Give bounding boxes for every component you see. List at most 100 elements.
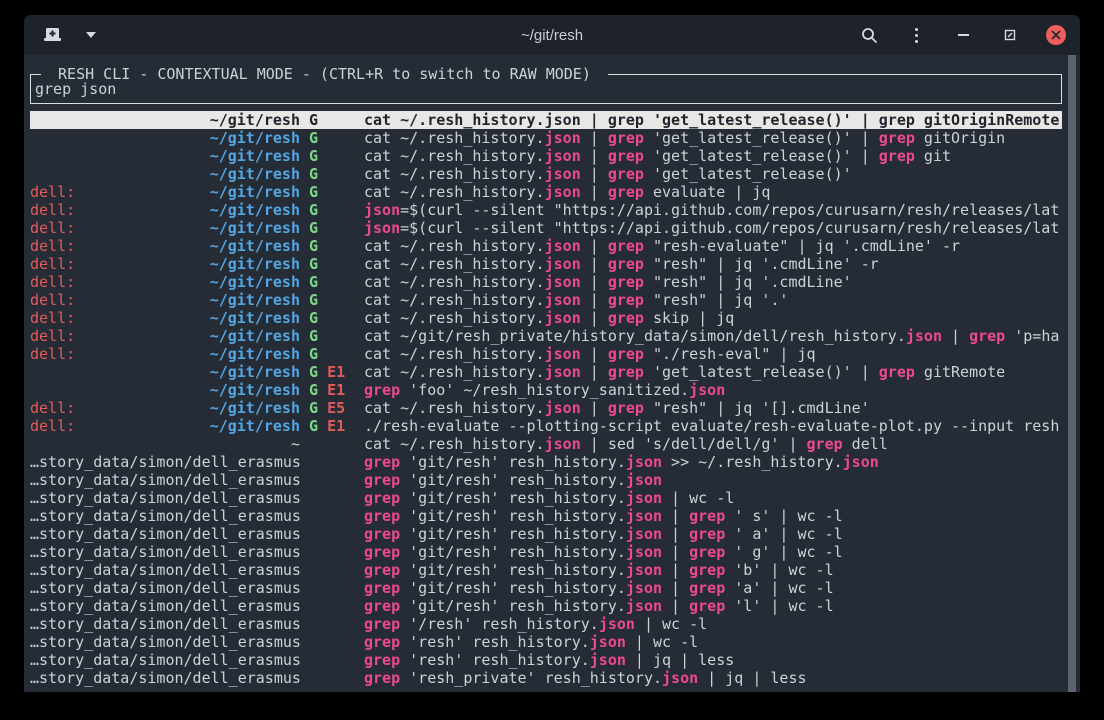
host-label: dell: [30,255,75,273]
directory-label: ~/git/resh [210,327,300,345]
history-row[interactable]: …story_data/simon/dell_erasmusgrep '/res… [30,615,1062,633]
directory-label: ~/git/resh [210,183,300,201]
command-text: cat ~/.resh_history.json | sed 's/dell/d… [364,435,1062,453]
history-row[interactable]: …story_data/simon/dell_erasmusgrep 'git/… [30,453,1062,471]
directory-label: …story_data/simon/dell_erasmus [30,507,300,525]
command-text: grep 'git/resh' resh_history.json [364,471,1062,489]
history-row[interactable]: …story_data/simon/dell_erasmusgrep 'git/… [30,543,1062,561]
directory-label: …story_data/simon/dell_erasmus [30,489,300,507]
flags-label: G [300,327,364,345]
history-row[interactable]: …story_data/simon/dell_erasmusgrep 'resh… [30,633,1062,651]
command-text: cat ~/.resh_history.json | grep "resh" |… [364,399,1062,417]
flags-label [300,525,364,543]
command-text: cat ~/.resh_history.json | grep 'get_lat… [364,363,1062,381]
history-row[interactable]: …story_data/simon/dell_erasmus grep 'git/… [30,579,1062,597]
flags-label: G [300,201,364,219]
command-text: cat ~/.resh_history.json | grep "resh-ev… [364,237,1062,255]
history-row[interactable]: dell:~/git/reshGcat ~/.resh_history.json… [30,273,1062,291]
command-text: grep 'git/resh' resh_history.json | grep… [364,579,1062,597]
flags-label: G [300,291,364,309]
directory-label: …story_data/simon/dell_erasmus [30,525,300,543]
flags-label: G [300,183,364,201]
command-text: grep 'resh' resh_history.json | wc -l [364,633,1062,651]
directory-label: ~/git/resh [210,219,300,237]
history-list: ~/git/reshGcat ~/.resh_history.json | gr… [30,111,1062,687]
flags-label: G [300,129,364,147]
directory-label: ~/git/resh [210,255,300,273]
history-row[interactable]: …story_data/simon/dell_erasmusgrep 'git/… [30,507,1062,525]
history-row[interactable]: dell: ~/git/reshG E1./resh-evaluate --plo… [30,417,1062,435]
history-row[interactable]: dell:~/git/reshGcat ~/.resh_history.json… [30,291,1062,309]
history-row[interactable]: ~/git/reshGcat ~/.resh_history.json | gr… [30,165,1062,183]
history-row[interactable]: ~/git/reshGcat ~/.resh_history.json | gr… [30,111,1062,129]
history-row[interactable]: …story_data/simon/dell_erasmus grep 'git/… [30,525,1062,543]
terminal-window: ~/git/resh [24,15,1080,692]
history-row[interactable]: dell:~/git/reshGjson=$(curl --silent "ht… [30,219,1062,237]
close-icon[interactable] [1046,25,1066,45]
history-row[interactable]: dell:~/git/reshGjson=$(curl --silent "ht… [30,201,1062,219]
history-row[interactable]: ~/git/reshGcat ~/.resh_history.json | gr… [30,129,1062,147]
directory-label: ~/git/resh [210,363,300,381]
directory-label: …story_data/simon/dell_erasmus [30,615,300,633]
history-row[interactable]: …story_data/simon/dell_erasmus grep 'git/… [30,561,1062,579]
host-label: dell: [30,237,75,255]
menu-kebab-icon[interactable] [905,24,927,46]
flags-label [300,615,364,633]
flags-label [300,669,364,687]
history-row[interactable]: dell:~/git/reshGcat ~/.resh_history.json… [30,255,1062,273]
history-row[interactable]: ~cat ~/.resh_history.json | sed 's/dell/… [30,435,1062,453]
history-row[interactable]: dell: ~/git/reshGcat ~/git/resh_private/h… [30,327,1062,345]
flags-label: G [300,273,364,291]
flags-label: G [300,309,364,327]
host-label: dell: [30,417,75,435]
flags-label: G E1 [300,417,364,435]
directory-label: …story_data/simon/dell_erasmus [30,561,300,579]
directory-label: …story_data/simon/dell_erasmus [30,579,300,597]
flags-label [300,651,364,669]
history-row[interactable]: dell:~/git/reshG E5cat ~/.resh_history.j… [30,399,1062,417]
command-text: grep 'resh' resh_history.json | jq | les… [364,651,1062,669]
restore-icon[interactable] [999,24,1021,46]
flags-label: G [300,237,364,255]
flags-label: G [300,345,364,363]
minimize-icon[interactable] [952,24,974,46]
host-label: dell: [30,201,75,219]
history-row[interactable]: dell:~/git/reshGcat ~/.resh_history.json… [30,309,1062,327]
directory-label: ~/git/resh [210,237,300,255]
flags-label [300,435,364,453]
directory-label: ~/git/resh [210,417,300,435]
flags-label [300,633,364,651]
search-icon[interactable] [858,24,880,46]
history-row[interactable]: ~/git/reshG E1cat ~/.resh_history.json |… [30,363,1062,381]
directory-label: ~/git/resh [210,309,300,327]
history-row[interactable]: dell:~/git/reshGcat ~/.resh_history.json… [30,345,1062,363]
scrollbar[interactable] [1068,55,1076,692]
terminal-content: RESH CLI - CONTEXTUAL MODE - (CTRL+R to … [24,55,1080,692]
history-row[interactable]: …story_data/simon/dell_erasmusgrep 'git/… [30,471,1062,489]
directory-label: ~/git/resh [210,111,300,129]
history-row[interactable]: …story_data/simon/dell_erasmusgrep 'git/… [30,489,1062,507]
command-text: ./resh-evaluate --plotting-script evalua… [364,417,1062,435]
command-text: cat ~/.resh_history.json | grep evaluate… [364,183,1062,201]
history-row[interactable]: ~/git/reshGcat ~/.resh_history.json | gr… [30,147,1062,165]
flags-label [300,507,364,525]
host-label: dell: [30,183,75,201]
command-text: cat ~/git/resh_private/history_data/simo… [364,327,1062,345]
search-box: RESH CLI - CONTEXTUAL MODE - (CTRL+R to … [30,74,1062,104]
history-row[interactable]: ~/git/reshG E1grep 'foo' ~/resh_history_… [30,381,1062,399]
host-label: dell: [30,327,75,345]
history-row[interactable]: …story_data/simon/dell_erasmusgrep 'resh… [30,651,1062,669]
directory-label: …story_data/simon/dell_erasmus [30,543,300,561]
command-text: grep 'git/resh' resh_history.json | grep… [364,561,1062,579]
history-row[interactable]: …story_data/simon/dell_erasmusgrep 'git/… [30,597,1062,615]
command-text: grep 'git/resh' resh_history.json | grep… [364,597,1062,615]
directory-label: ~/git/resh [210,165,300,183]
search-query-input[interactable]: grep json [35,78,1057,100]
history-row[interactable]: dell: ~/git/reshGcat ~/.resh_history.json… [30,183,1062,201]
flags-label: G E1 [300,381,364,399]
history-row[interactable]: …story_data/simon/dell_erasmusgrep 'resh… [30,669,1062,687]
command-text: grep 'git/resh' resh_history.json | grep… [364,525,1062,543]
command-text: cat ~/.resh_history.json | grep "resh" |… [364,255,1062,273]
history-row[interactable]: dell: ~/git/reshGcat ~/.resh_history.json… [30,237,1062,255]
directory-label: ~/git/resh [210,291,300,309]
